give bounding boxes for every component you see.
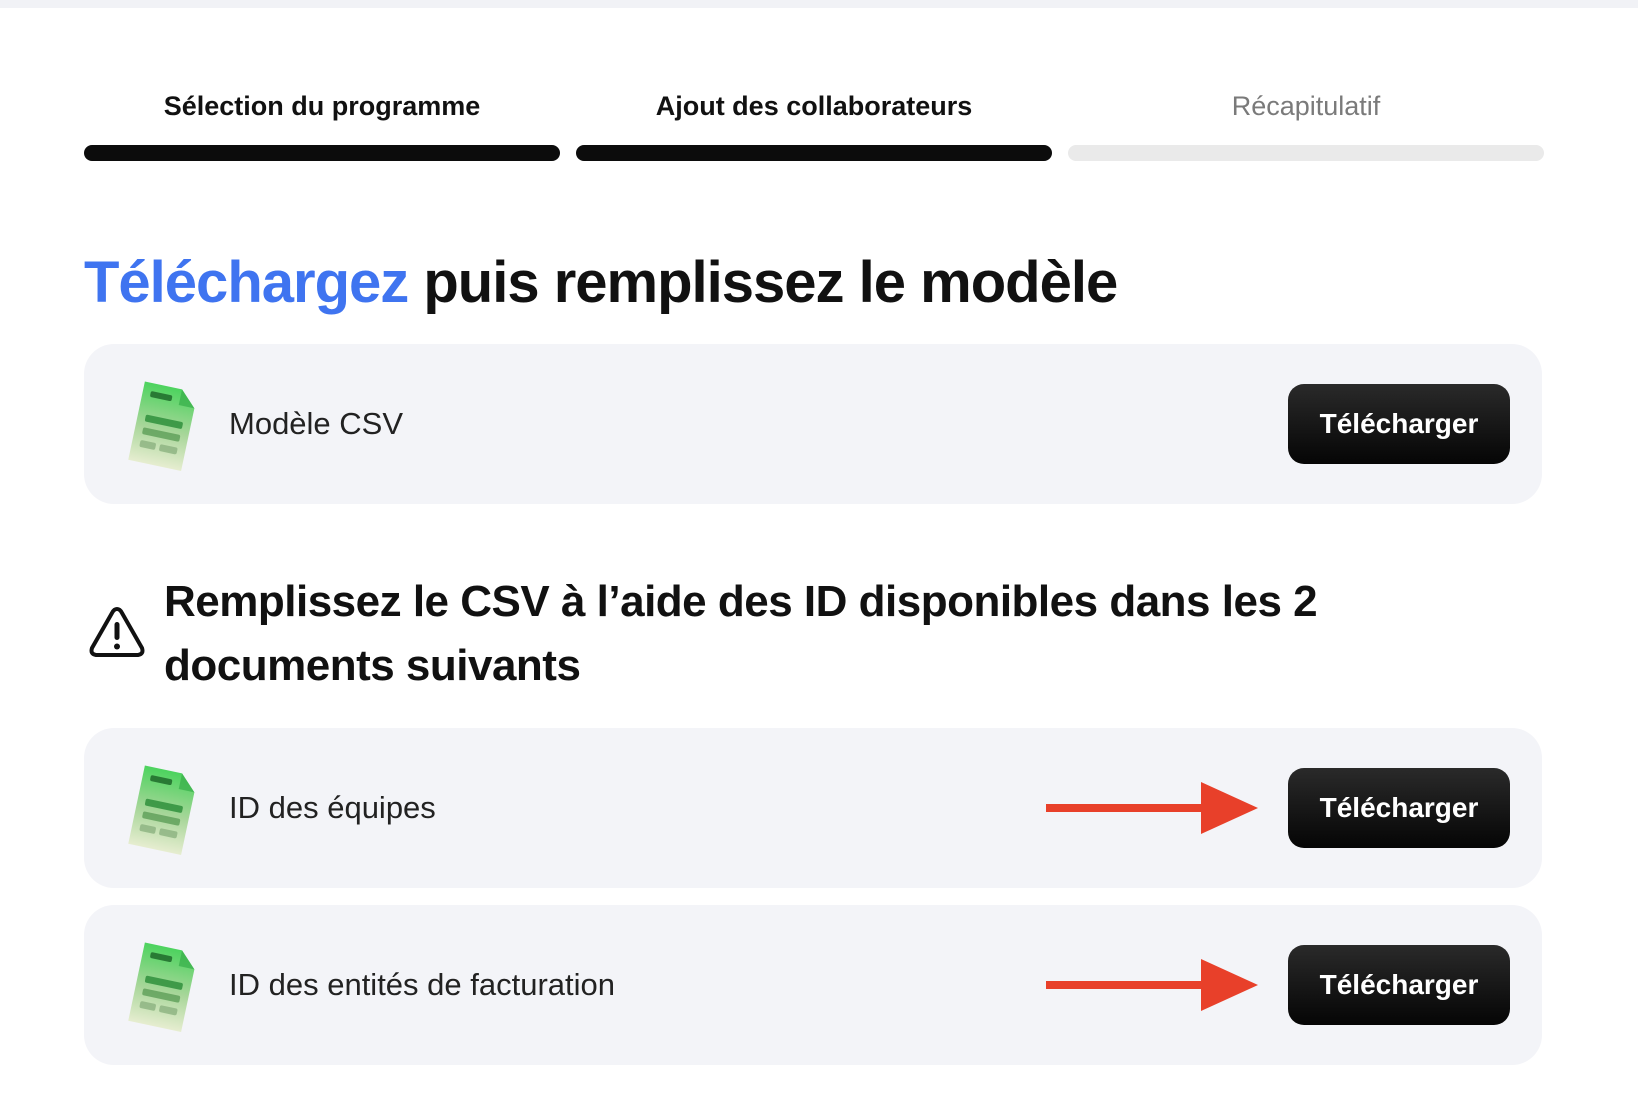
step-progress-bar-3 bbox=[1068, 145, 1544, 161]
billing-entity-ids-label: ID des entités de facturation bbox=[229, 967, 616, 1002]
red-arrow-icon bbox=[1046, 780, 1258, 836]
step-program-selection[interactable]: Sélection du programme bbox=[84, 86, 560, 126]
csv-file-icon bbox=[122, 380, 202, 472]
step-label: Sélection du programme bbox=[163, 91, 481, 121]
warning-triangle-icon bbox=[89, 607, 145, 657]
step-progress-bar-1 bbox=[84, 145, 560, 161]
download-billing-entity-ids-button[interactable]: Télécharger bbox=[1288, 945, 1510, 1025]
top-strip bbox=[0, 0, 1638, 8]
csv-file-icon bbox=[122, 764, 202, 856]
page-title-rest: puis remplissez le modèle bbox=[408, 250, 1118, 315]
step-add-collaborators[interactable]: Ajout des collaborateurs bbox=[576, 86, 1052, 126]
page-title: Téléchargez puis remplissez le modèle bbox=[84, 248, 1118, 318]
step-label: Récapitulatif bbox=[1231, 91, 1381, 121]
step-progress-bar-2 bbox=[576, 145, 1052, 161]
step-summary[interactable]: Récapitulatif bbox=[1068, 86, 1544, 126]
page-title-accent: Téléchargez bbox=[84, 250, 409, 315]
red-arrow-icon bbox=[1046, 957, 1258, 1013]
download-template-button[interactable]: Télécharger bbox=[1288, 384, 1510, 464]
team-ids-card: ID des équipes Télécharger bbox=[84, 728, 1542, 888]
warning-message: Remplissez le CSV à l’aide des ID dispon… bbox=[164, 577, 1318, 690]
csv-template-card: Modèle CSV Télécharger bbox=[84, 344, 1542, 504]
step-label: Ajout des collaborateurs bbox=[655, 91, 973, 121]
csv-template-label: Modèle CSV bbox=[229, 406, 404, 441]
team-ids-label: ID des équipes bbox=[229, 790, 436, 825]
billing-entity-ids-card: ID des entités de facturation Télécharge… bbox=[84, 905, 1542, 1065]
download-team-ids-button[interactable]: Télécharger bbox=[1288, 768, 1510, 848]
csv-file-icon bbox=[122, 941, 202, 1033]
